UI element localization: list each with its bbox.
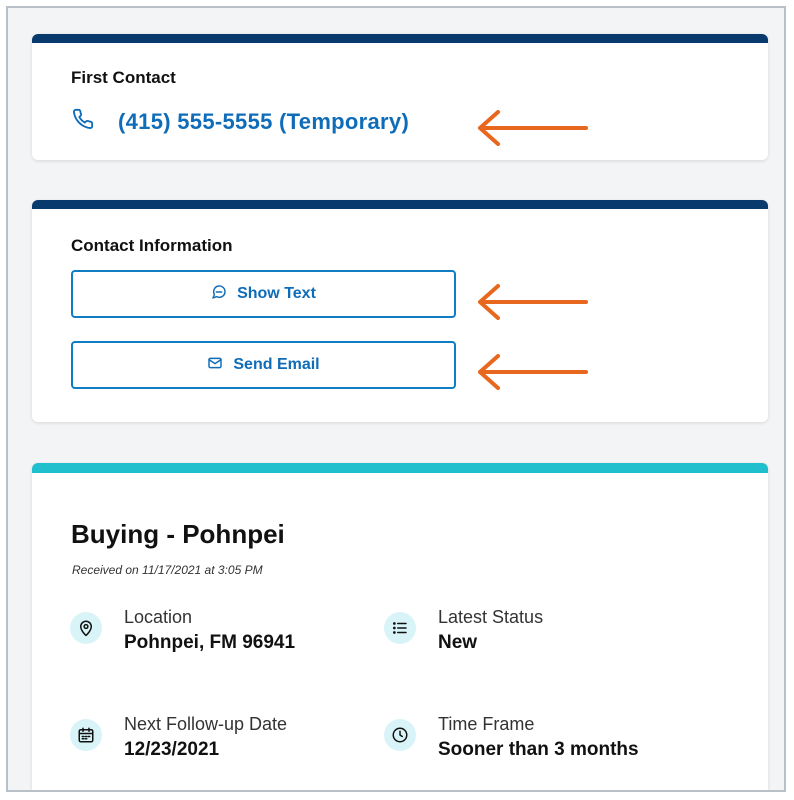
show-text-button[interactable]: Show Text [71, 270, 456, 318]
calendar-icon [70, 719, 102, 751]
card-header-bar [32, 200, 768, 209]
time-frame-field: Time Frame Sooner than 3 months [384, 713, 639, 765]
location-label: Location [124, 607, 193, 627]
map-pin-icon [70, 612, 102, 644]
chat-bubble-icon [211, 284, 237, 305]
next-followup-label: Next Follow-up Date [124, 714, 288, 734]
first-contact-card: First Contact (415) 555-5555 (Temporary) [32, 34, 768, 160]
phone-number-link[interactable]: (415) 555-5555 (Temporary) [118, 109, 409, 135]
envelope-icon [207, 355, 233, 376]
clock-icon [384, 719, 416, 751]
send-email-button[interactable]: Send Email [71, 341, 456, 389]
annotation-arrow-show-text [478, 284, 588, 320]
annotation-arrow-send-email [478, 354, 588, 390]
next-followup-value: 12/23/2021 [124, 739, 220, 760]
location-field: Location Pohnpei, FM 96941 [70, 606, 295, 658]
lead-title: Buying - Pohnpei [71, 519, 285, 549]
send-email-label: Send Email [233, 356, 320, 373]
show-text-label: Show Text [237, 285, 316, 302]
time-frame-label: Time Frame [438, 714, 535, 734]
contact-information-title: Contact Information [71, 236, 233, 255]
screenshot-frame: First Contact (415) 555-5555 (Temporary)… [6, 6, 786, 792]
first-contact-title: First Contact [71, 68, 176, 87]
phone-row: (415) 555-5555 (Temporary) [72, 108, 409, 135]
lead-header-bar [32, 463, 768, 473]
latest-status-label: Latest Status [438, 607, 544, 627]
latest-status-field: Latest Status New [384, 606, 543, 658]
annotation-arrow-phone [478, 110, 588, 146]
phone-icon [72, 108, 94, 135]
next-followup-field: Next Follow-up Date 12/23/2021 [70, 713, 287, 765]
contact-information-card: Contact Information Show Text Send Email [32, 200, 768, 422]
received-timestamp: Received on 11/17/2021 at 3:05 PM [72, 563, 263, 577]
latest-status-value: New [438, 632, 478, 653]
list-icon [384, 612, 416, 644]
card-header-bar [32, 34, 768, 43]
location-value: Pohnpei, FM 96941 [124, 632, 296, 653]
time-frame-value: Sooner than 3 months [438, 739, 639, 760]
lead-details-card: Buying - Pohnpei Received on 11/17/2021 … [32, 463, 768, 790]
